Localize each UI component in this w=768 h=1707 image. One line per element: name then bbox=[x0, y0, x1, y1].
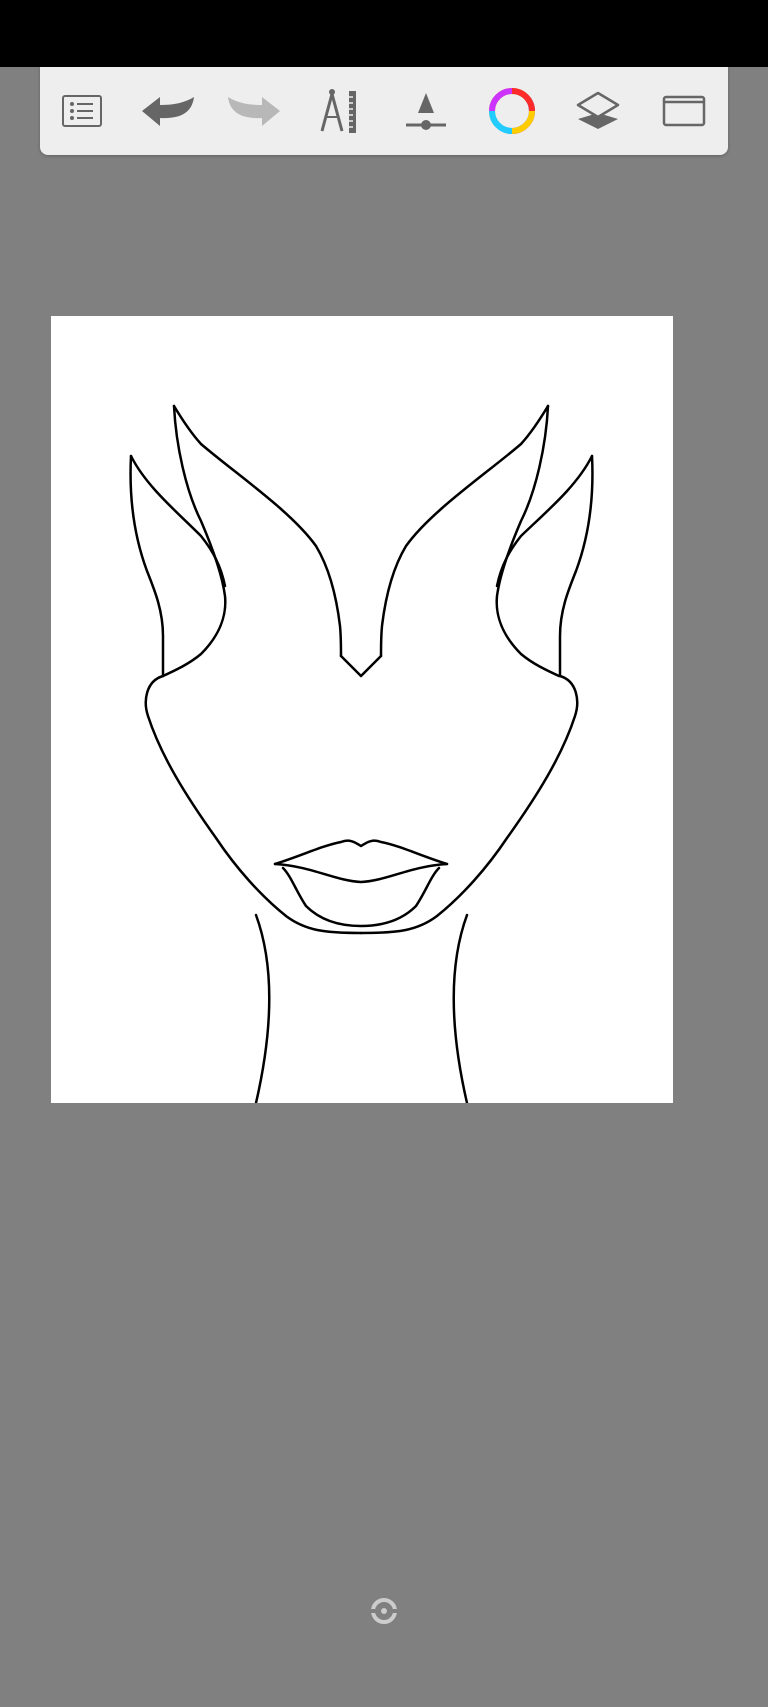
undo-arrow-icon bbox=[142, 97, 194, 126]
rotate-canvas-button[interactable] bbox=[371, 1598, 397, 1624]
ruler-button[interactable] bbox=[310, 81, 370, 141]
brush-cone-icon bbox=[406, 93, 446, 130]
layers-icon bbox=[576, 91, 620, 129]
drawing-canvas[interactable] bbox=[51, 316, 673, 1103]
status-bar bbox=[0, 0, 768, 67]
list-icon bbox=[62, 95, 102, 127]
brush-button[interactable] bbox=[396, 81, 456, 141]
rotate-icon bbox=[371, 1598, 397, 1624]
menu-button[interactable] bbox=[52, 81, 112, 141]
color-button[interactable] bbox=[482, 81, 542, 141]
layers-button[interactable] bbox=[568, 81, 628, 141]
color-wheel-icon bbox=[489, 88, 535, 134]
compass-ruler-icon bbox=[320, 89, 356, 133]
toolbar bbox=[40, 67, 728, 155]
fullscreen-frame-icon bbox=[662, 95, 706, 127]
redo-arrow-icon bbox=[228, 97, 280, 126]
redo-button[interactable] bbox=[224, 81, 284, 141]
fullscreen-button[interactable] bbox=[654, 81, 714, 141]
undo-button[interactable] bbox=[138, 81, 198, 141]
face-outline-drawing bbox=[129, 404, 594, 1103]
